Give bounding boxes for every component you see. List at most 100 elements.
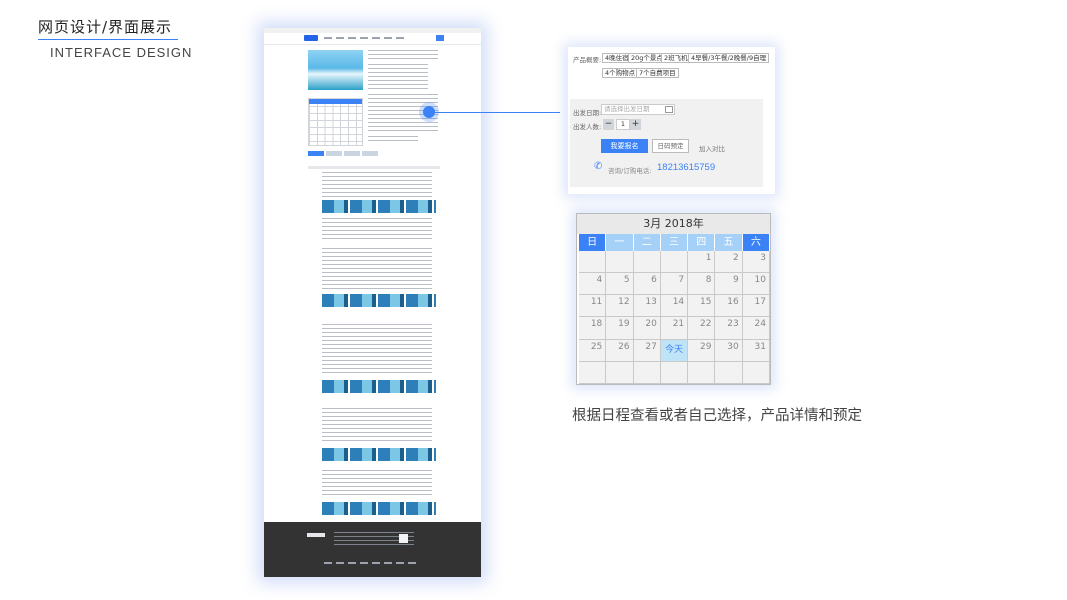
calendar: 3月 2018年 日 一 二 三 四 五 六 1 2 3 4 5 6 7 8 9 10 11 12 13…	[576, 213, 771, 385]
phone-number[interactable]: 18213615759	[657, 162, 715, 173]
calendar-weekdays: 日 一 二 三 四 五 六	[579, 234, 770, 251]
calendar-title: 3月 2018年	[577, 214, 770, 234]
mockup-day-text	[322, 470, 432, 498]
calendar-day[interactable]: 25	[579, 339, 607, 362]
calendar-day[interactable]: 19	[606, 317, 634, 340]
calendar-day[interactable]: 11	[579, 295, 607, 318]
product-tag: 7个自费项目	[636, 68, 679, 78]
calendar-day[interactable]: 27	[633, 339, 661, 362]
weekday-sun: 日	[579, 234, 607, 251]
mockup-day-text	[322, 172, 432, 198]
weekday-fri: 五	[715, 234, 743, 251]
mockup-day-text	[322, 248, 432, 292]
mockup-divider	[264, 44, 481, 45]
product-tag: 2班飞机	[661, 53, 691, 63]
mockup-search-button	[436, 35, 444, 41]
mockup-tab	[344, 151, 360, 156]
mockup-day-photos	[322, 200, 436, 213]
webpage-mockup	[264, 28, 481, 577]
calendar-day	[606, 251, 634, 274]
calendar-day[interactable]: 18	[579, 317, 607, 340]
calendar-day[interactable]: 22	[688, 317, 716, 340]
connector-line	[435, 112, 560, 113]
section-title: 网页设计/界面展示	[38, 18, 173, 36]
calendar-day	[742, 361, 770, 384]
people-count-input[interactable]: 1	[616, 119, 630, 130]
mockup-itinerary-day	[308, 324, 440, 404]
calendar-day[interactable]: 17	[742, 295, 770, 318]
calendar-day[interactable]: 16	[715, 295, 743, 318]
weekday-thu: 四	[688, 234, 716, 251]
mockup-topbar	[264, 28, 481, 33]
caption: 根据日程查看或者自己选择，产品详情和预定	[572, 408, 862, 424]
increase-button[interactable]: +	[630, 119, 641, 130]
mockup-day-text	[322, 218, 432, 242]
add-compare-link[interactable]: 加入对比	[699, 143, 725, 153]
mockup-product-info	[368, 64, 428, 90]
booking-panel: 产品概要: 4晚住宿 20g个景点 2班飞机 4早餐/3午餐/2晚餐/9自理 4…	[568, 47, 775, 194]
calendar-day[interactable]: 31	[742, 339, 770, 362]
mockup-booking-row	[368, 136, 418, 144]
highlight-dot	[423, 106, 435, 118]
calendar-day[interactable]: 1	[688, 251, 716, 274]
product-tag: 4个购物点	[602, 68, 639, 78]
calendar-day[interactable]: 23	[715, 317, 743, 340]
calendar-grid: 1 2 3 4 5 6 7 8 9 10 11 12 13 14 15 16 17 18 19 20 21 22 23 24 2…	[579, 251, 770, 384]
calendar-day[interactable]: 24	[742, 317, 770, 340]
product-info-label: 产品概要:	[573, 56, 602, 64]
mockup-hero-image	[308, 50, 363, 90]
calendar-day[interactable]: 15	[688, 295, 716, 318]
mockup-day-photos	[322, 294, 436, 307]
mockup-logo	[304, 35, 318, 41]
mockup-day-text	[322, 408, 432, 444]
calendar-day	[633, 251, 661, 274]
mockup-tabs	[308, 151, 440, 156]
calendar-day[interactable]: 8	[688, 273, 716, 296]
calendar-day[interactable]: 9	[715, 273, 743, 296]
day-reserve-button[interactable]: 日码预定	[652, 139, 689, 153]
title-underline	[38, 39, 178, 40]
mockup-itinerary-day	[308, 470, 440, 520]
mockup-day-photos	[322, 502, 436, 515]
calendar-day[interactable]: 4	[579, 273, 607, 296]
calendar-day[interactable]: 29	[688, 339, 716, 362]
calendar-day[interactable]: 10	[742, 273, 770, 296]
calendar-day[interactable]: 7	[660, 273, 689, 296]
mockup-product-title	[368, 50, 438, 60]
weekday-mon: 一	[606, 234, 634, 251]
section-subtitle: INTERFACE DESIGN	[50, 45, 193, 60]
mockup-day-bar	[308, 166, 440, 169]
weekday-tue: 二	[633, 234, 661, 251]
calendar-day[interactable]: 13	[633, 295, 661, 318]
calendar-day[interactable]: 26	[606, 339, 634, 362]
calendar-day[interactable]: 14	[660, 295, 689, 318]
signup-button[interactable]: 我要报名	[601, 139, 648, 153]
decrease-button[interactable]: −	[603, 119, 614, 130]
calendar-day[interactable]: 20	[633, 317, 661, 340]
mockup-day-text	[322, 324, 432, 376]
calendar-day[interactable]: 2	[715, 251, 743, 274]
product-tag: 4早餐/3午餐/2晚餐/9自理	[688, 53, 770, 63]
calendar-day	[688, 361, 716, 384]
calendar-day	[579, 361, 607, 384]
depart-date-label: 出发日期:	[573, 109, 602, 117]
mockup-day-photos	[322, 448, 436, 461]
mockup-mini-calendar	[308, 98, 363, 146]
phone-icon: ✆	[594, 161, 603, 172]
calendar-day[interactable]: 12	[606, 295, 634, 318]
mockup-day-photos	[322, 380, 436, 393]
weekday-sat: 六	[742, 234, 770, 251]
mockup-footer	[264, 522, 481, 577]
calendar-day	[606, 361, 634, 384]
calendar-day[interactable]: 21	[660, 317, 689, 340]
mockup-footer-bottom-links	[324, 562, 419, 564]
calendar-icon[interactable]	[665, 106, 673, 113]
calendar-day[interactable]: 5	[606, 273, 634, 296]
calendar-day[interactable]: 30	[715, 339, 743, 362]
calendar-day[interactable]: 3	[742, 251, 770, 274]
depart-date-input[interactable]: 请选择出发日期	[601, 104, 675, 115]
calendar-day-today[interactable]: 今天	[660, 339, 689, 362]
calendar-day	[715, 361, 743, 384]
weekday-wed: 三	[660, 234, 689, 251]
calendar-day[interactable]: 6	[633, 273, 661, 296]
